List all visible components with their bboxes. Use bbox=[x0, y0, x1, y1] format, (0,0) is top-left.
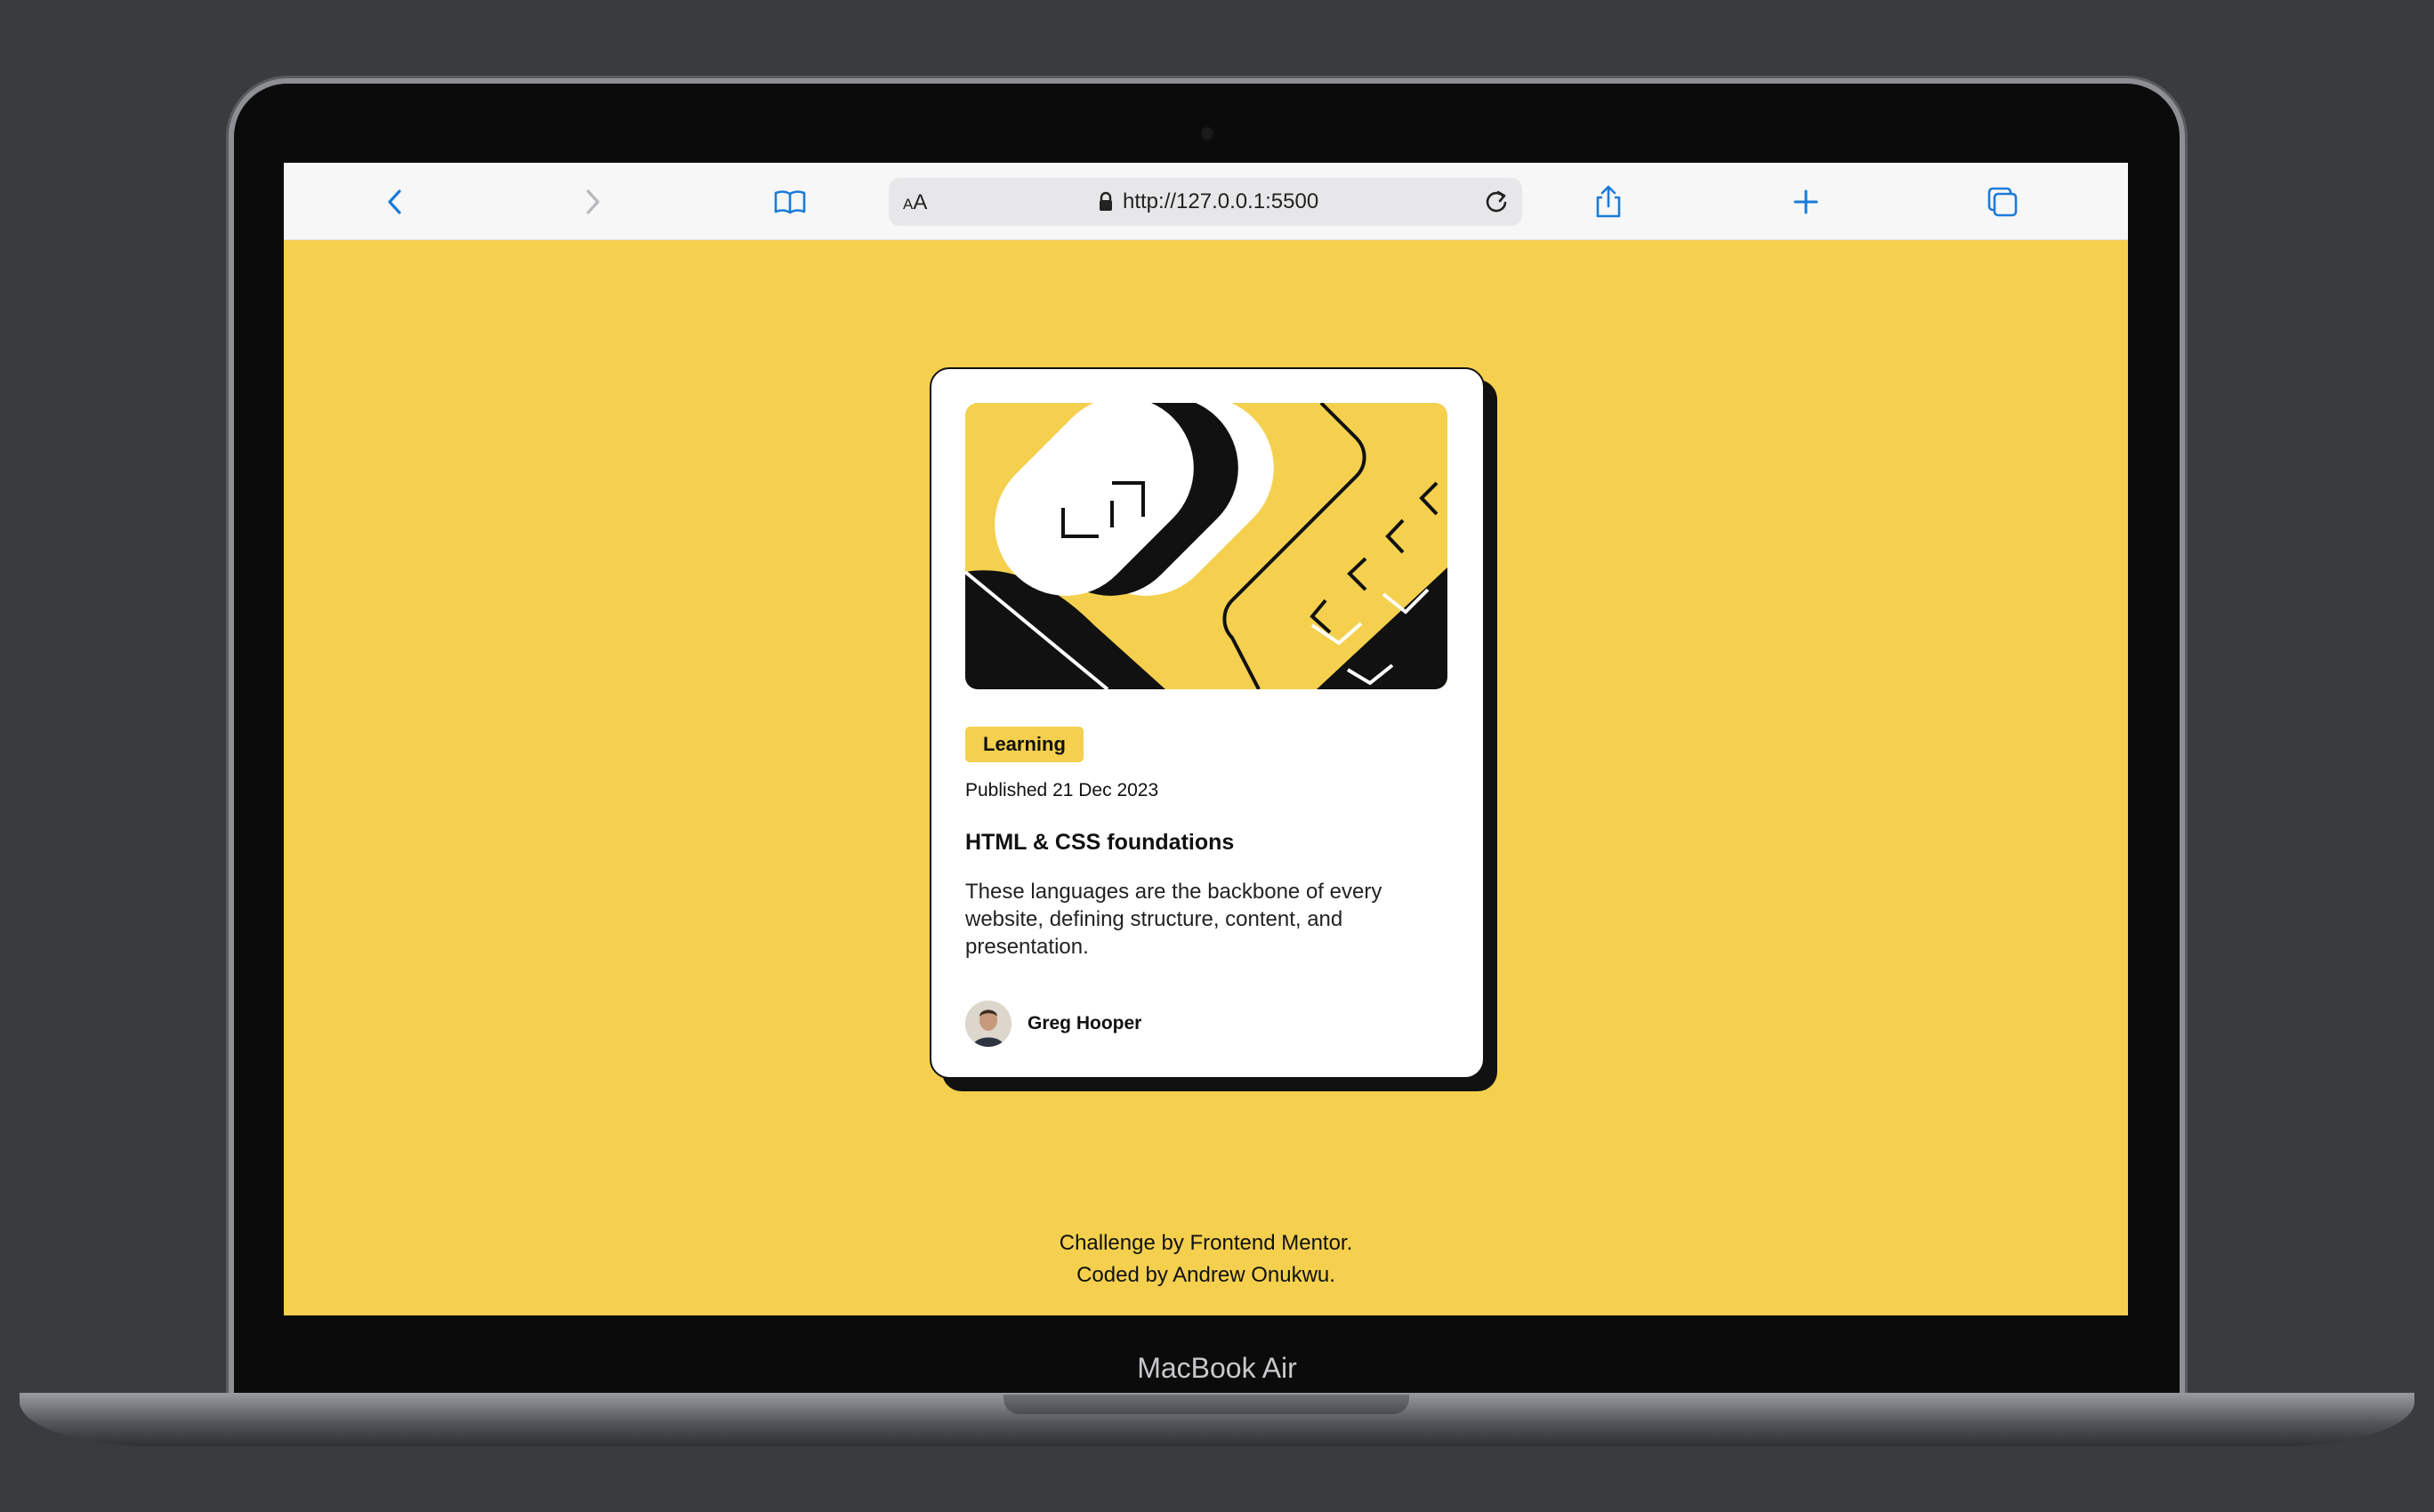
tabs-overview-button[interactable] bbox=[1979, 179, 2026, 225]
camera-icon bbox=[1202, 128, 1213, 139]
card-illustration bbox=[965, 403, 1447, 689]
attribution: Challenge by Frontend Mentor. Coded by A… bbox=[284, 1227, 2128, 1291]
url-container: http://127.0.0.1:5500 bbox=[1098, 189, 1318, 214]
back-button[interactable] bbox=[373, 179, 419, 225]
book-icon bbox=[774, 190, 806, 214]
url-text: http://127.0.0.1:5500 bbox=[1123, 189, 1319, 213]
author-name: Greg Hooper bbox=[1028, 1013, 1142, 1033]
share-icon bbox=[1596, 185, 1621, 218]
attribution-line-1: Challenge by Frontend Mentor. bbox=[1059, 1231, 1353, 1255]
chevron-right-icon bbox=[586, 189, 600, 214]
browser-screen: AA http://127.0.0.1:5500 Learning Publis… bbox=[284, 163, 2128, 1315]
plus-icon bbox=[1793, 189, 1818, 214]
share-button[interactable] bbox=[1585, 179, 1632, 225]
avatar bbox=[965, 1001, 1011, 1047]
model-label: MacBook Air bbox=[1137, 1352, 1297, 1384]
lock-icon bbox=[1100, 191, 1112, 211]
card-description: These languages are the backbone of ever… bbox=[965, 880, 1382, 959]
text-size-button[interactable]: AA bbox=[903, 190, 927, 215]
forward-button[interactable] bbox=[568, 179, 615, 225]
reload-icon[interactable] bbox=[1479, 185, 1513, 219]
published-date: Published 21 Dec 2023 bbox=[965, 780, 1159, 800]
new-tab-button[interactable] bbox=[1783, 179, 1829, 225]
blog-preview-card[interactable]: Learning Published 21 Dec 2023 HTML & CS… bbox=[930, 367, 1485, 1079]
browser-toolbar: AA http://127.0.0.1:5500 bbox=[284, 163, 2128, 240]
author: Greg Hooper bbox=[965, 1001, 1141, 1047]
tabs-icon bbox=[1987, 187, 2018, 217]
card-title[interactable]: HTML & CSS foundations bbox=[965, 830, 1234, 856]
attribution-line-2: Coded by Andrew Onukwu. bbox=[1076, 1263, 1335, 1287]
bookmarks-button[interactable] bbox=[767, 179, 813, 225]
address-bar[interactable]: AA http://127.0.0.1:5500 bbox=[889, 178, 1522, 226]
category-badge: Learning bbox=[965, 727, 1084, 762]
laptop-notch bbox=[1003, 1395, 1409, 1414]
chevron-left-icon bbox=[388, 189, 401, 214]
